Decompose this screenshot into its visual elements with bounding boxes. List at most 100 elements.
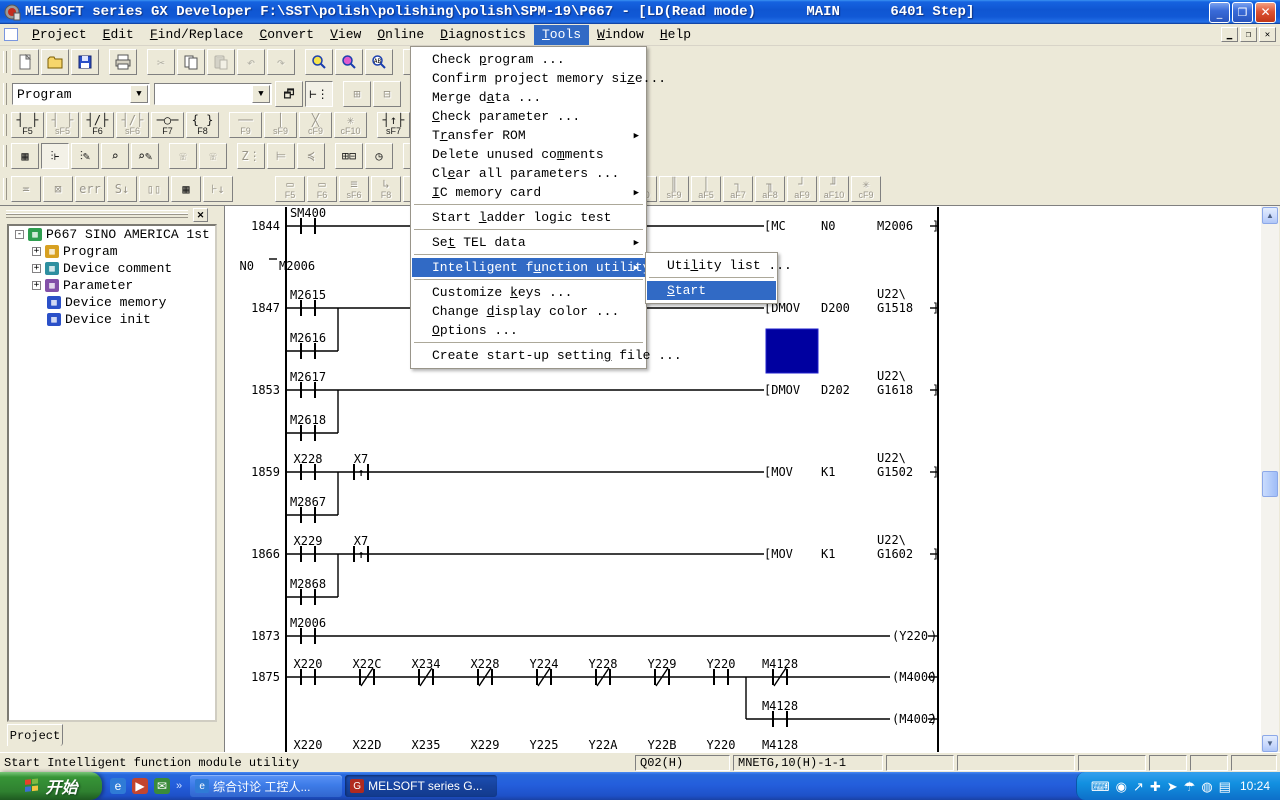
- ladder-mode-button[interactable]: ⫶⊦: [41, 143, 69, 169]
- menu-online[interactable]: Online: [369, 25, 432, 45]
- media-player-icon[interactable]: ▶: [132, 778, 148, 794]
- internet-explorer-icon[interactable]: e: [110, 778, 126, 794]
- mdi-close-button[interactable]: ✕: [1259, 27, 1276, 42]
- ladder-edit-button[interactable]: ⫶✎: [71, 143, 99, 169]
- quick-launch-overflow-chevron[interactable]: »: [176, 780, 182, 792]
- delete-vline-button: ✳cF10: [334, 112, 367, 138]
- menu-help[interactable]: Help: [652, 25, 699, 45]
- coil-button[interactable]: ─○─F7: [151, 112, 184, 138]
- menu-item-start[interactable]: Start: [647, 281, 776, 300]
- network-icon[interactable]: ▤: [1219, 780, 1231, 793]
- menu-item-change-display-color[interactable]: Change display color ...: [412, 302, 645, 321]
- tree-item-device-init[interactable]: ▦Device init: [9, 311, 215, 328]
- find-contact-button[interactable]: ⌕: [101, 143, 129, 169]
- menu-view[interactable]: View: [322, 25, 369, 45]
- antivirus-icon[interactable]: ✚: [1150, 780, 1161, 793]
- menu-item-intelligent-function-utility[interactable]: Intelligent function utility▶: [412, 258, 645, 277]
- restore-button[interactable]: ❐: [1232, 2, 1253, 23]
- open-project-button[interactable]: [41, 49, 69, 75]
- panel-grip[interactable]: [6, 210, 188, 218]
- scroll-down-button[interactable]: ▼: [1262, 735, 1278, 752]
- mdi-restore-button[interactable]: ❐: [1240, 27, 1257, 42]
- menu-window[interactable]: Window: [589, 25, 652, 45]
- minimize-button[interactable]: _: [1209, 2, 1230, 23]
- menu-item-options[interactable]: Options ...: [412, 321, 645, 340]
- mdi-minimize-button[interactable]: ▁: [1221, 27, 1238, 42]
- tree-item-device-memory[interactable]: ▦Device memory: [9, 294, 215, 311]
- umbrella-icon[interactable]: ☂: [1184, 780, 1196, 793]
- taskbar-task-browser[interactable]: e综合讨论 工控人...: [190, 775, 342, 797]
- menu-item-delete-unused-comments[interactable]: Delete unused comments: [412, 145, 645, 164]
- start-button[interactable]: 开始: [0, 772, 102, 800]
- save-project-button[interactable]: [71, 49, 99, 75]
- new-project-button[interactable]: [11, 49, 39, 75]
- copy-button[interactable]: [177, 49, 205, 75]
- expand-icon[interactable]: +: [32, 264, 41, 273]
- menu-item-check-program[interactable]: Check program ...: [412, 50, 645, 69]
- clock-setting-button[interactable]: ◷: [365, 143, 393, 169]
- closed-contact-button[interactable]: ┤/├F6: [81, 112, 114, 138]
- expand-icon[interactable]: +: [32, 247, 41, 256]
- menu-item-clear-all-parameters[interactable]: Clear all parameters ...: [412, 164, 645, 183]
- menu-item-check-parameter[interactable]: Check parameter ...: [412, 107, 645, 126]
- menu-item-set-tel-data[interactable]: Set TEL data▶: [412, 233, 645, 252]
- menu-item-merge-data[interactable]: Merge data ...: [412, 88, 645, 107]
- print-button[interactable]: [109, 49, 137, 75]
- scroll-up-button[interactable]: ▲: [1262, 207, 1278, 224]
- svg-text:U22\: U22\: [877, 287, 906, 301]
- menu-item-confirm-project-memory-size[interactable]: Confirm project memory size...: [412, 69, 645, 88]
- parameter-display-button[interactable]: 🗗: [275, 81, 303, 107]
- scroll-thumb[interactable]: [1262, 471, 1278, 497]
- program-type-combo-dropdown-arrow-icon[interactable]: ▼: [130, 85, 148, 103]
- expand-icon[interactable]: +: [32, 281, 41, 290]
- launcher-icon[interactable]: ➤: [1167, 780, 1178, 793]
- menu-item-start-ladder-logic-test[interactable]: Start ladder logic test: [412, 208, 645, 227]
- rising-pulse-button[interactable]: ┤↑├sF7: [377, 112, 410, 138]
- ime-keyboard-icon[interactable]: ⌨: [1091, 780, 1110, 793]
- program-type-combo[interactable]: Program▼: [12, 83, 150, 105]
- menu-convert[interactable]: Convert: [251, 25, 322, 45]
- svg-text:D202: D202: [821, 383, 850, 397]
- menu-project[interactable]: Project: [24, 25, 95, 45]
- close-button[interactable]: ✕: [1255, 2, 1276, 23]
- menu-item-utility-list[interactable]: Utility list ...: [647, 256, 776, 275]
- tree-item-p667-sino-america-1st[interactable]: -▦P667 SINO AMERICA 1st: [9, 226, 215, 243]
- find-coil-button[interactable]: ⌕✎: [131, 143, 159, 169]
- tree-item-device-comment[interactable]: +▦Device comment: [9, 260, 215, 277]
- find-string-button[interactable]: AB: [365, 49, 393, 75]
- menu-find-replace[interactable]: Find/Replace: [142, 25, 252, 45]
- menu-edit[interactable]: Edit: [95, 25, 142, 45]
- svg-text:G1518: G1518: [877, 301, 913, 315]
- find-instruction-button[interactable]: [335, 49, 363, 75]
- paste-button: [207, 49, 235, 75]
- collapse-icon[interactable]: -: [15, 230, 24, 239]
- grid-button[interactable]: ▦: [171, 176, 201, 202]
- mdi-child-icon[interactable]: [4, 28, 18, 41]
- project-tree-toggle-button[interactable]: ⊢⋮: [305, 81, 333, 107]
- globe-icon[interactable]: ◍: [1201, 780, 1212, 793]
- menu-item-create-start-up-setting-file[interactable]: Create start-up setting file ...: [412, 346, 645, 365]
- svg-text:(M4002: (M4002: [892, 712, 935, 726]
- menu-item-ic-memory-card[interactable]: IC memory card▶: [412, 183, 645, 202]
- data-name-combo-dropdown-arrow-icon[interactable]: ▼: [252, 85, 270, 103]
- menu-separator: [414, 279, 643, 281]
- pointer-arrow-icon[interactable]: ↗: [1133, 780, 1144, 793]
- panel-close-button[interactable]: ✕: [193, 208, 208, 222]
- project-tab[interactable]: Project: [7, 724, 63, 746]
- taskbar-task-melsoft[interactable]: GMELSOFT series G...: [345, 775, 497, 797]
- messenger-icon[interactable]: ✉: [154, 778, 170, 794]
- application-instruction-button[interactable]: { }F8: [186, 112, 219, 138]
- menu-tools[interactable]: Tools: [534, 25, 589, 45]
- tree-item-parameter[interactable]: +▦Parameter: [9, 277, 215, 294]
- tree-item-program[interactable]: +▦Program: [9, 243, 215, 260]
- open-contact-button[interactable]: ┤ ├F5: [11, 112, 44, 138]
- find-device-button[interactable]: [305, 49, 333, 75]
- device-test-button[interactable]: ▦: [11, 143, 39, 169]
- vertical-scrollbar[interactable]: ▲ ▼: [1261, 206, 1279, 753]
- menu-item-customize-keys[interactable]: Customize keys ...: [412, 283, 645, 302]
- menu-diagnostics[interactable]: Diagnostics: [432, 25, 534, 45]
- data-name-combo[interactable]: ▼: [154, 83, 272, 105]
- language-bar-icon[interactable]: ◉: [1116, 780, 1127, 793]
- device-batch-button[interactable]: ⊞⊟: [335, 143, 363, 169]
- menu-item-transfer-rom[interactable]: Transfer ROM▶: [412, 126, 645, 145]
